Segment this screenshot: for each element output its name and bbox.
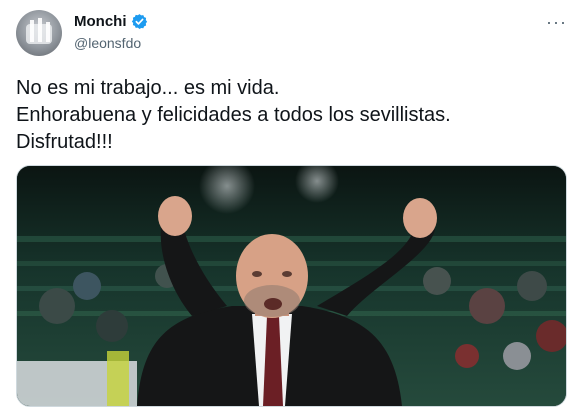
tweet-text-line: Disfrutad!!! — [16, 131, 113, 153]
tweet-photo[interactable] — [16, 165, 567, 407]
tweet-text: No es mi trabajo... es mi vida. Enhorabu… — [16, 75, 556, 156]
more-options-icon[interactable]: ··· — [546, 12, 567, 33]
verified-badge-icon — [131, 13, 148, 30]
author-row: Monchi — [74, 13, 148, 30]
tweet-text-line: No es mi trabajo... es mi vida. — [16, 77, 280, 99]
photo-illustration — [17, 166, 566, 406]
author-handle[interactable]: @leonsfdo — [74, 35, 141, 51]
avatar[interactable] — [16, 10, 62, 56]
tweet-card[interactable]: Monchi @leonsfdo ··· No es mi trabajo...… — [0, 0, 580, 407]
author-name[interactable]: Monchi — [74, 13, 127, 30]
tweet-text-line: Enhorabuena y felicidades a todos los se… — [16, 104, 451, 126]
